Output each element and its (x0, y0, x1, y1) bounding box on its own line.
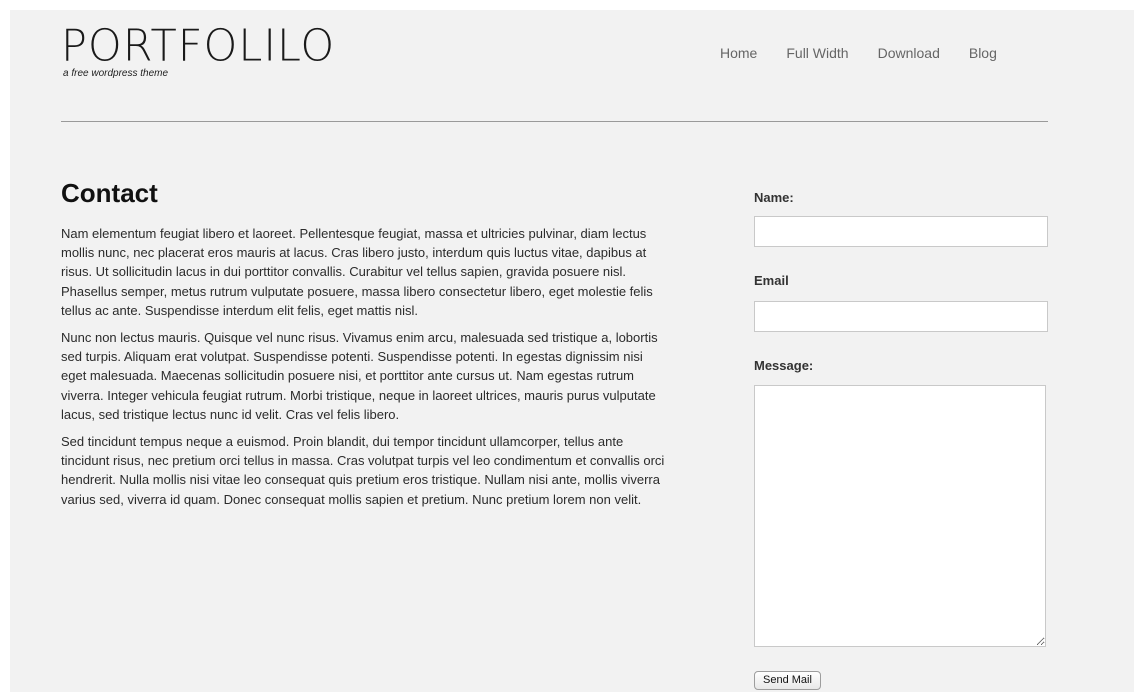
header-divider (61, 121, 1048, 122)
name-label: Name: (754, 190, 794, 205)
content-paragraph: Nunc non lectus mauris. Quisque vel nunc… (61, 330, 658, 422)
page-title: Contact (61, 178, 158, 208)
nav-item-home[interactable]: Home (720, 45, 757, 61)
site-brand[interactable]: PORTFOLILO a free wordpress theme (61, 24, 335, 79)
page: PORTFOLILO a free wordpress theme Home F… (10, 10, 1134, 692)
email-field[interactable] (754, 301, 1048, 332)
message-field[interactable] (754, 385, 1046, 647)
name-field[interactable] (754, 216, 1048, 247)
send-mail-button[interactable]: Send Mail (754, 671, 821, 690)
site-logo[interactable]: PORTFOLILO (61, 24, 335, 69)
nav-item-blog[interactable]: Blog (969, 45, 997, 61)
contact-form: Name: Email Message: Send Mail (754, 190, 1050, 690)
content-paragraph: Nam elementum feugiat libero et laoreet.… (61, 226, 653, 318)
main-nav: Home Full Width Download Blog (720, 45, 1026, 61)
nav-item-download[interactable]: Download (878, 45, 940, 61)
message-label: Message: (754, 358, 814, 373)
email-label: Email (754, 273, 789, 288)
content-paragraph: Sed tincidunt tempus neque a euismod. Pr… (61, 434, 665, 507)
nav-item-full-width[interactable]: Full Width (786, 45, 848, 61)
main-content: Contact Nam elementum feugiat libero et … (61, 178, 671, 517)
